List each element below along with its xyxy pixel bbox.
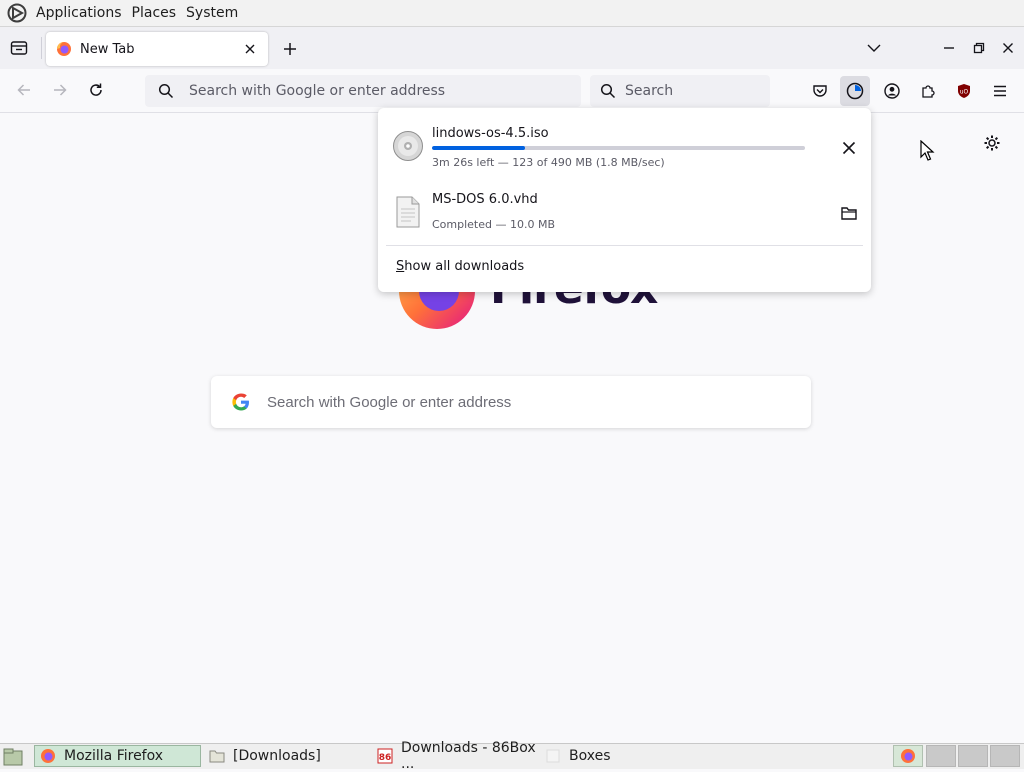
firefox-favicon-icon [56,41,72,57]
86box-icon: 86 [377,748,393,764]
account-icon[interactable] [877,76,907,106]
file-icon [392,196,424,228]
menu-system[interactable]: System [181,5,243,21]
task-label: Boxes [569,748,611,764]
menu-applications[interactable]: Applications [31,5,127,21]
download-status: Completed — 10.0 MB [432,218,556,231]
task-label: Mozilla Firefox [64,748,164,764]
google-g-icon [231,392,251,412]
hamburger-menu-icon[interactable] [985,76,1015,106]
navigation-toolbar: uO [0,69,1024,113]
pocket-icon[interactable] [805,76,835,106]
workspace-switcher-1[interactable] [926,745,956,767]
download-item[interactable]: MS-DOS 6.0.vhd Completed — 10.0 MB [386,184,863,246]
show-all-downloads-button[interactable]: Show all downloads [396,259,524,274]
svg-text:86: 86 [379,753,392,763]
task-label: [Downloads] [233,748,321,764]
tab-strip: New Tab [0,27,1024,69]
task-boxes[interactable]: Boxes [540,745,690,767]
workspace-switcher-2[interactable] [958,745,988,767]
back-arrow-icon[interactable] [12,78,36,102]
task-86box[interactable]: 86 Downloads - 86Box ... [372,740,537,772]
top-panel: Applications Places System [0,0,1024,27]
url-bar[interactable] [145,75,581,107]
folder-icon [209,748,225,764]
newtab-search-box[interactable] [211,376,811,428]
url-input[interactable] [187,82,581,100]
download-item[interactable]: lindows-os-4.5.iso 3m 26s left — 123 of … [386,118,863,180]
mouse-pointer-icon [920,140,936,162]
forward-arrow-icon[interactable] [48,78,72,102]
tab-new-tab[interactable]: New Tab [46,32,268,66]
tray-firefox-icon[interactable] [893,745,923,767]
firefox-view-icon[interactable] [8,38,30,58]
download-status: 3m 26s left — 123 of 490 MB (1.8 MB/sec) [432,156,665,169]
download-filename: MS-DOS 6.0.vhd [432,192,538,207]
task-label: Downloads - 86Box ... [401,740,536,772]
disc-icon [392,130,424,162]
tab-title: New Tab [80,41,135,57]
downloads-progress-icon[interactable] [840,76,870,106]
tab-separator [41,37,42,59]
minimize-icon[interactable] [940,39,958,57]
search-bar[interactable] [590,75,801,107]
new-tab-plus-icon[interactable] [280,39,300,59]
download-progress-bar [432,146,805,150]
search-icon [158,83,174,99]
search-input[interactable] [623,82,801,100]
download-progress-fill [432,146,526,150]
close-tab-icon[interactable] [242,41,258,57]
extensions-puzzle-icon[interactable] [913,76,943,106]
download-filename: lindows-os-4.5.iso [432,126,549,141]
newtab-search-input[interactable] [265,392,811,412]
list-all-tabs-chevron-icon[interactable] [864,40,884,56]
show-desktop-icon[interactable] [3,747,23,766]
reload-icon[interactable] [84,78,108,102]
gear-icon[interactable] [982,133,1002,153]
search-icon [600,83,616,99]
folder-icon[interactable] [836,200,862,226]
firefox-icon [40,748,56,764]
workspace-switcher-3[interactable] [990,745,1020,767]
taskbar: Mozilla Firefox [Downloads] 86 Downloads… [0,740,1024,772]
task-mozilla-firefox[interactable]: Mozilla Firefox [34,745,201,767]
cancel-download-close-icon[interactable] [836,135,862,161]
show-all-downloads-label: how all downloads [404,259,525,274]
ublock-origin-icon[interactable]: uO [949,76,979,106]
window-close-icon[interactable] [999,39,1017,57]
task-downloads-folder[interactable]: [Downloads] [204,745,368,767]
downloads-panel: lindows-os-4.5.iso 3m 26s left — 123 of … [378,108,871,292]
svg-text:uO: uO [960,89,969,96]
distro-logo-icon[interactable] [7,3,27,23]
menu-places[interactable]: Places [127,5,182,21]
boxes-icon [545,748,561,764]
divider [386,245,863,246]
restore-icon[interactable] [970,39,988,57]
